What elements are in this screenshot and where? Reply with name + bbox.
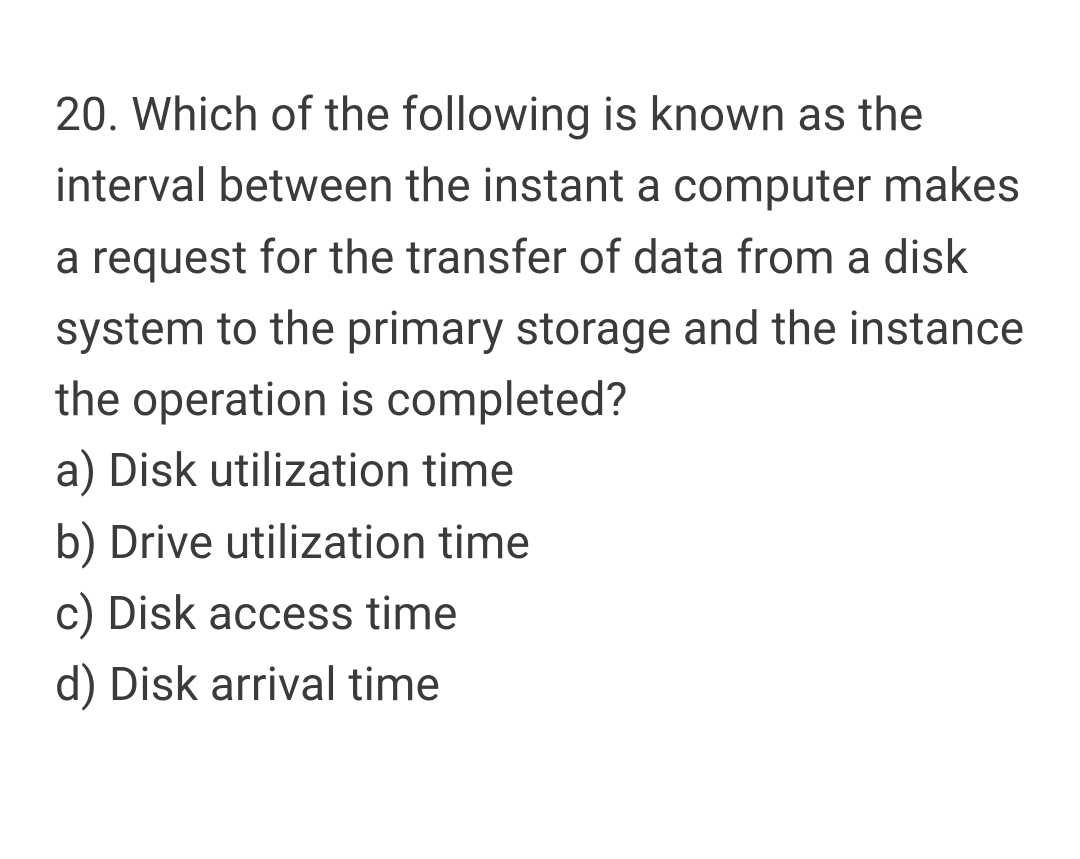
option-text: Disk arrival time	[109, 658, 440, 712]
option-label: a)	[55, 444, 96, 498]
option-c: c) Disk access time	[55, 579, 1025, 650]
question-body: Which of the following is known as the i…	[55, 88, 1024, 427]
option-label: b)	[55, 516, 97, 570]
option-d: d) Disk arrival time	[55, 650, 1025, 721]
option-text: Drive utilization time	[109, 516, 530, 570]
question-number: 20.	[55, 88, 119, 142]
option-text: Disk access time	[107, 587, 457, 641]
question-stem: 20. Which of the following is known as t…	[55, 80, 1025, 436]
option-a: a) Disk utilization time	[55, 436, 1025, 507]
option-label: d)	[55, 658, 97, 712]
option-b: b) Drive utilization time	[55, 508, 1025, 579]
option-text: Disk utilization time	[108, 444, 514, 498]
option-label: c)	[55, 587, 96, 641]
